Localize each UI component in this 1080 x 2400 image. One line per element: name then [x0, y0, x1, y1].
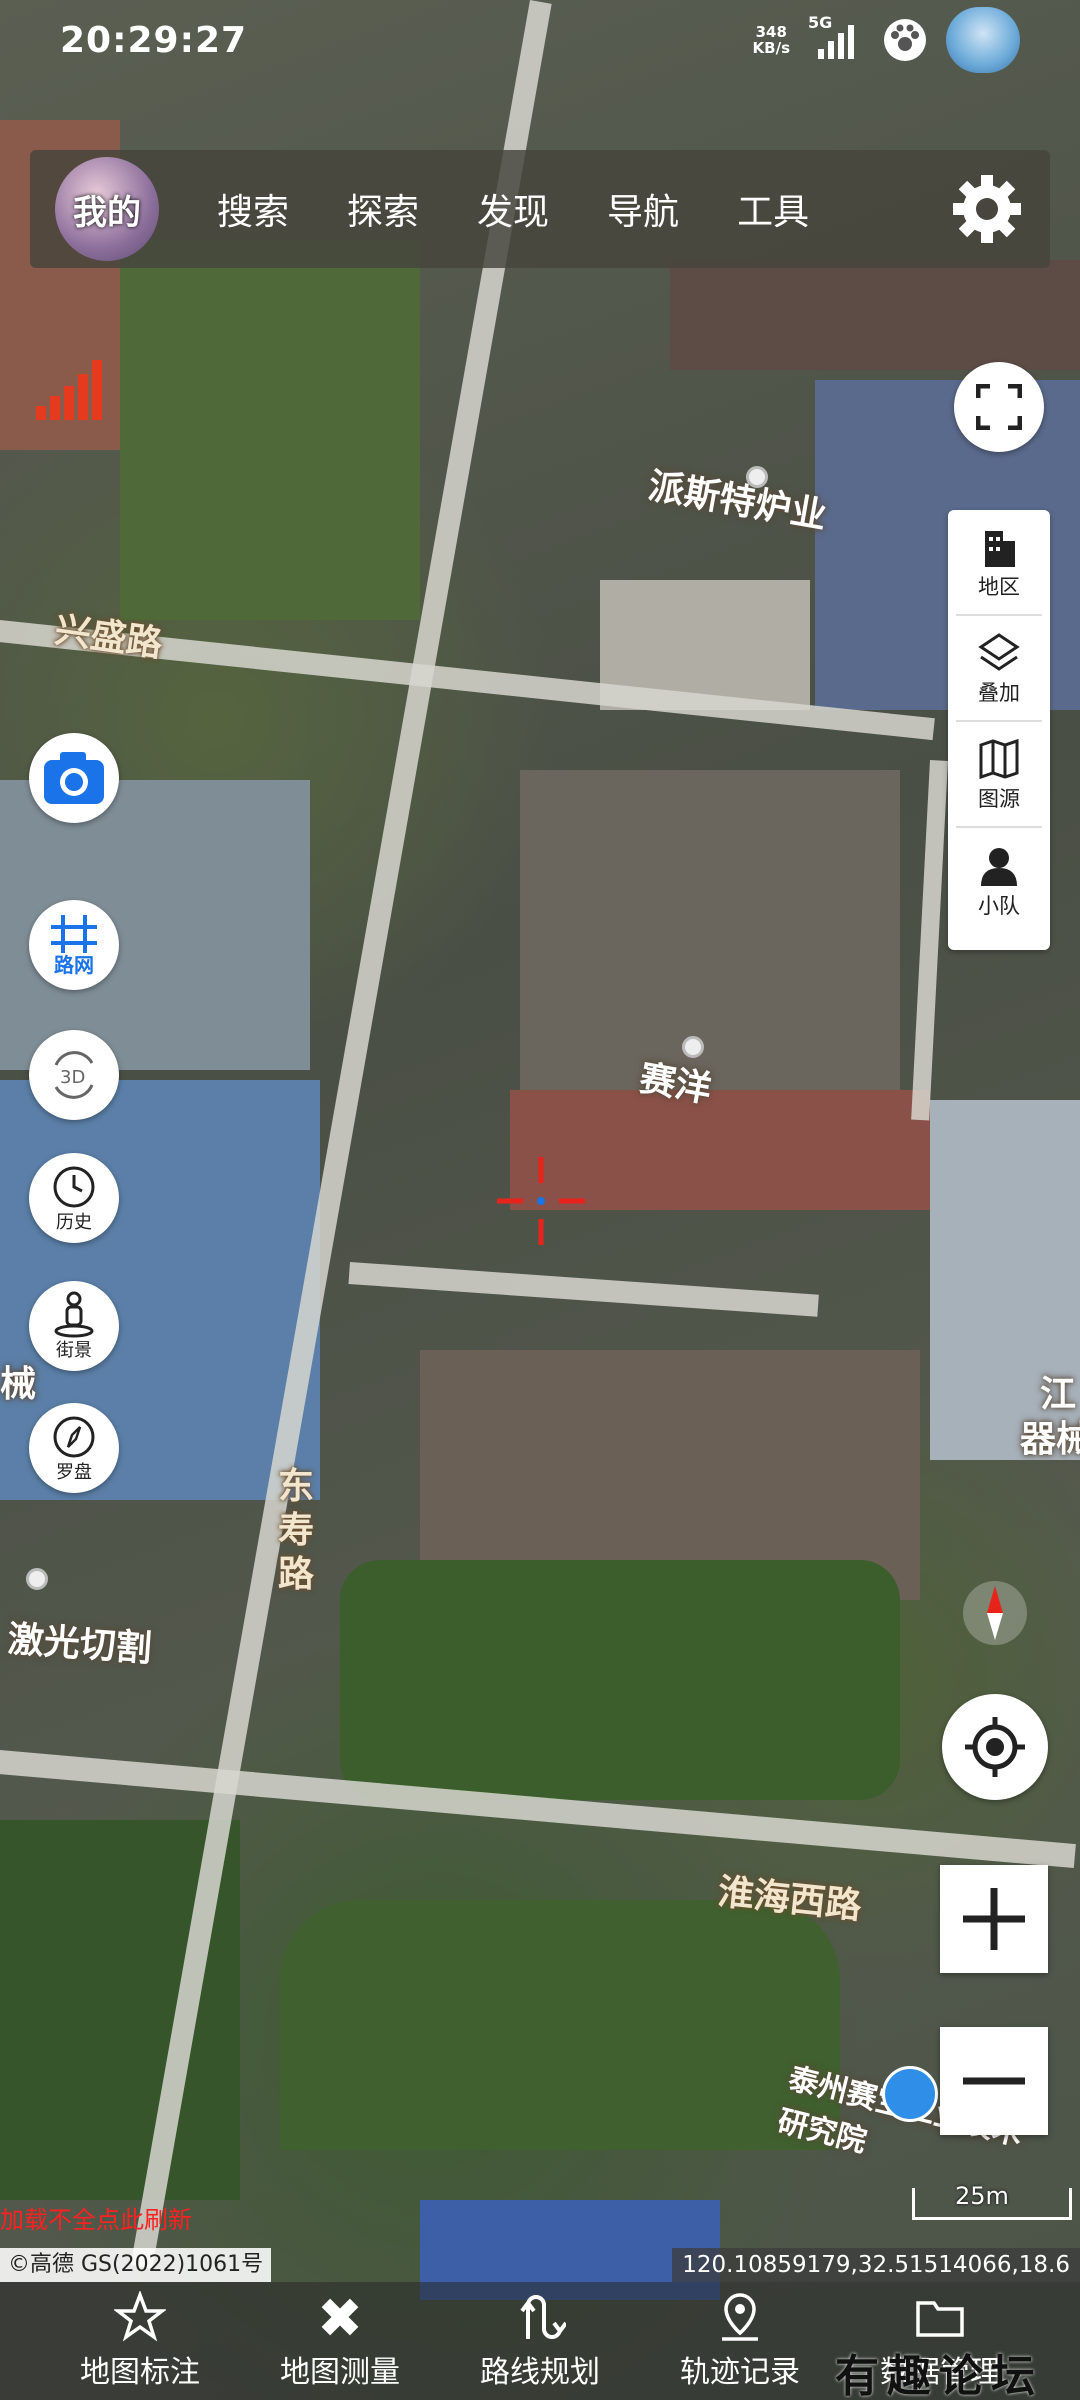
compass-label: 罗盘	[56, 1462, 92, 1483]
map-options-panel: 地区 叠加 图源 小队	[948, 510, 1050, 950]
team-button[interactable]: 小队	[956, 830, 1042, 934]
nav-route-plan-label: 路线规划	[480, 2355, 600, 2390]
building	[670, 260, 1080, 370]
scale-bar: 25m	[912, 2182, 1072, 2220]
nav-map-marker[interactable]: 地图标注	[40, 2282, 240, 2400]
road	[348, 1262, 819, 1317]
center-crosshair-icon	[497, 1157, 585, 1245]
my-location-button[interactable]	[942, 1694, 1048, 1800]
region-label: 地区	[978, 575, 1020, 599]
star-pin-icon	[114, 2291, 166, 2342]
poi-dot-icon[interactable]	[746, 466, 768, 488]
scale-label: 25m	[955, 2182, 1009, 2210]
svg-text:3D: 3D	[60, 1067, 85, 1088]
map-poi-label: 器械	[1020, 1419, 1080, 1460]
map-fold-icon	[979, 738, 1019, 780]
top-menu: 我的 搜索 探索 发现 导航 工具	[30, 150, 1050, 268]
region-button[interactable]: 地区	[956, 512, 1042, 616]
compass-button[interactable]: 罗盘	[29, 1403, 119, 1493]
signal-strength-icon	[36, 360, 102, 420]
nav-map-marker-label: 地图标注	[80, 2355, 200, 2390]
route-arrows-icon	[520, 2295, 566, 2339]
road-network-label: 路网	[54, 953, 94, 977]
history-label: 历史	[56, 1212, 92, 1233]
location-pin-icon	[722, 2293, 758, 2341]
map-source-label: 图源	[978, 787, 1020, 811]
map-poi-label: 激光切割	[6, 1619, 154, 1670]
team-label: 小队	[978, 894, 1020, 918]
vegetation	[340, 1560, 900, 1800]
menu-discover[interactable]: 发现	[477, 183, 549, 235]
camera-button[interactable]	[29, 733, 119, 823]
street-view-person-icon	[54, 1291, 94, 1338]
overlay-label: 叠加	[978, 681, 1020, 705]
nav-route-plan[interactable]: 路线规划	[440, 2282, 640, 2400]
building	[520, 770, 900, 1100]
net-speed-value: 348	[755, 23, 787, 41]
road-network-button[interactable]: 路网	[29, 900, 119, 990]
person-icon	[981, 848, 1017, 886]
plus-icon	[963, 1888, 1025, 1950]
menu-explore[interactable]: 探索	[347, 183, 419, 235]
fullscreen-icon	[976, 384, 1022, 430]
net-speed: 348 KB/s	[753, 24, 790, 56]
poi-dot-icon[interactable]	[26, 1568, 48, 1590]
user-avatar-small	[946, 7, 1020, 73]
camera-icon	[44, 752, 104, 804]
3d-toggle-button[interactable]: 3D	[29, 1030, 119, 1120]
fullscreen-button[interactable]	[954, 362, 1044, 452]
map-source-button[interactable]: 图源	[956, 724, 1042, 828]
locate-target-icon	[965, 1717, 1025, 1777]
folder-icon	[916, 2301, 964, 2337]
poi-school-icon[interactable]	[882, 2066, 938, 2122]
my-label: 我的	[73, 192, 141, 233]
compass-icon	[53, 1416, 95, 1458]
map-poi-label: 派斯特炉业	[645, 465, 830, 538]
nav-track-record[interactable]: 轨迹记录	[640, 2282, 840, 2400]
menu-search[interactable]: 搜索	[217, 183, 289, 235]
copyright-text: ©高德 GS(2022)1061号	[0, 2248, 272, 2282]
minus-icon	[963, 2077, 1025, 2085]
forum-watermark: 有趣论坛	[835, 2351, 1043, 2400]
history-clock-icon	[53, 1166, 95, 1208]
map-poi-label: 械	[0, 1364, 37, 1405]
north-indicator-icon[interactable]	[960, 1578, 1030, 1648]
overlay-button[interactable]: 叠加	[956, 618, 1042, 722]
signal-5g-icon: 5G	[808, 13, 864, 63]
my-avatar-button[interactable]: 我的	[55, 157, 159, 261]
satellite-map[interactable]: 兴盛路 东寿路 淮海西路 派斯特炉业 赛洋 激光切割 泰州赛宝工业技术研究院 江…	[0, 0, 1080, 2400]
history-button[interactable]: 历史	[29, 1153, 119, 1243]
road-grid-icon	[51, 915, 97, 953]
settings-gear-icon[interactable]	[949, 171, 1025, 247]
poi-dot-icon[interactable]	[682, 1036, 704, 1058]
vegetation	[280, 1900, 840, 2150]
nav-track-record-label: 轨迹记录	[680, 2355, 800, 2390]
building-icon	[985, 531, 1015, 567]
zoom-in-button[interactable]	[940, 1865, 1048, 1973]
paw-app-icon	[884, 19, 926, 61]
nav-map-measure[interactable]: 地图测量	[240, 2282, 440, 2400]
map-road-label: 东寿路	[278, 1466, 315, 1595]
street-view-label: 街景	[56, 1340, 92, 1361]
street-view-button[interactable]: 街景	[29, 1281, 119, 1371]
menu-tools[interactable]: 工具	[737, 183, 809, 235]
clock: 20:29:27	[60, 19, 248, 61]
coordinates-readout: 120.10859179,32.51514066,18.6	[672, 2248, 1080, 2282]
reload-tip-link[interactable]: 加载不全点此刷新	[0, 2200, 192, 2235]
ruler-pencil-icon	[321, 2298, 359, 2336]
road	[911, 760, 948, 1121]
net-speed-unit: KB/s	[752, 39, 790, 57]
status-bar: 20:29:27 348 KB/s 5G	[0, 0, 1080, 80]
nav-map-measure-label: 地图测量	[280, 2355, 400, 2390]
menu-navigation[interactable]: 导航	[607, 183, 679, 235]
zoom-out-button[interactable]	[940, 2027, 1048, 2135]
building	[120, 240, 420, 620]
3d-rotate-icon: 3D	[54, 1051, 94, 1099]
layers-icon	[978, 633, 1020, 671]
